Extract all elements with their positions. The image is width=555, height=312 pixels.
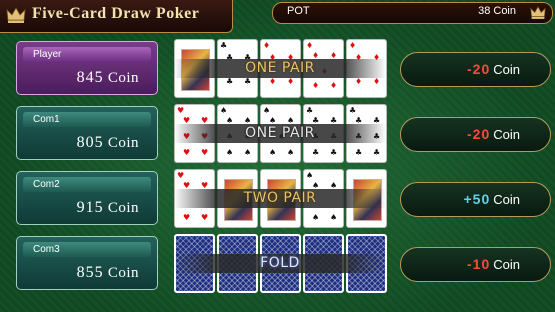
result-unit: Coin — [493, 257, 520, 272]
result-unit: Coin — [493, 62, 520, 77]
com3-result: -10 Coin — [400, 247, 551, 282]
result-value: -20 — [467, 126, 491, 142]
com2-hand: ♥ ♥ ♥ ♥ ♥ ♠ ♠ ♠ ♠ ♠ TWO PAIR — [174, 169, 387, 229]
hand-rank-label: FOLD — [174, 254, 386, 273]
coin-unit: Coin — [107, 70, 139, 86]
com3-name: Com3 — [23, 242, 151, 257]
hand-rank-label: ONE PAIR — [174, 59, 386, 78]
hand-rank-label: ONE PAIR — [174, 124, 386, 143]
com1-name: Com1 — [23, 112, 151, 127]
coin-amount: 855 — [76, 264, 104, 281]
player-coins: 845 Coin — [77, 69, 139, 87]
player-panel: Player 845 Coin — [16, 41, 158, 95]
pot-bar: POT 38 Coin — [272, 2, 553, 24]
crown-icon — [6, 7, 26, 23]
pot-value: 38 Coin — [478, 5, 516, 17]
result-value: +50 — [463, 191, 491, 207]
title-banner: Five-Card Draw Poker — [0, 0, 233, 33]
player-hand: ♣♣♣♣♣ ♦♦♦♦♦ ♦♦♦♦♦♦ ♦♦♦♦♦ ONE PAIR — [174, 39, 387, 99]
com3-hand: FOLD — [174, 234, 387, 294]
coin-unit: Coin — [107, 200, 139, 216]
com1-panel: Com1 805 Coin — [16, 106, 158, 160]
com1-hand: ♥♥♥♥♥♥♥ ♠♠♠♠♠♠♠ ♠♠♠♠♠♠ ♣♣♣♣♣♣♣ ♣♣♣♣♣♣♣ O… — [174, 104, 387, 164]
com2-panel: Com2 915 Coin — [16, 171, 158, 225]
result-unit: Coin — [493, 127, 520, 142]
result-unit: Coin — [493, 192, 520, 207]
com1-coins: 805 Coin — [77, 134, 139, 152]
crown-icon — [530, 6, 546, 19]
player-name: Player — [23, 47, 151, 62]
com3-coins: 855 Coin — [77, 264, 139, 282]
result-value: -20 — [467, 61, 491, 77]
coin-amount: 805 — [76, 134, 104, 151]
coin-amount: 845 — [76, 69, 104, 86]
coin-amount: 915 — [76, 199, 104, 216]
game-title: Five-Card Draw Poker — [32, 5, 200, 22]
coin-unit: Coin — [107, 265, 139, 281]
com2-result: +50 Coin — [400, 182, 551, 217]
pot-label: POT — [287, 5, 310, 17]
com2-name: Com2 — [23, 177, 151, 192]
coin-unit: Coin — [107, 135, 139, 151]
player-result: -20 Coin — [400, 52, 551, 87]
hand-rank-label: TWO PAIR — [174, 189, 386, 208]
com3-panel: Com3 855 Coin — [16, 236, 158, 290]
com1-result: -20 Coin — [400, 117, 551, 152]
com2-coins: 915 Coin — [77, 199, 139, 217]
result-value: -10 — [467, 256, 491, 272]
